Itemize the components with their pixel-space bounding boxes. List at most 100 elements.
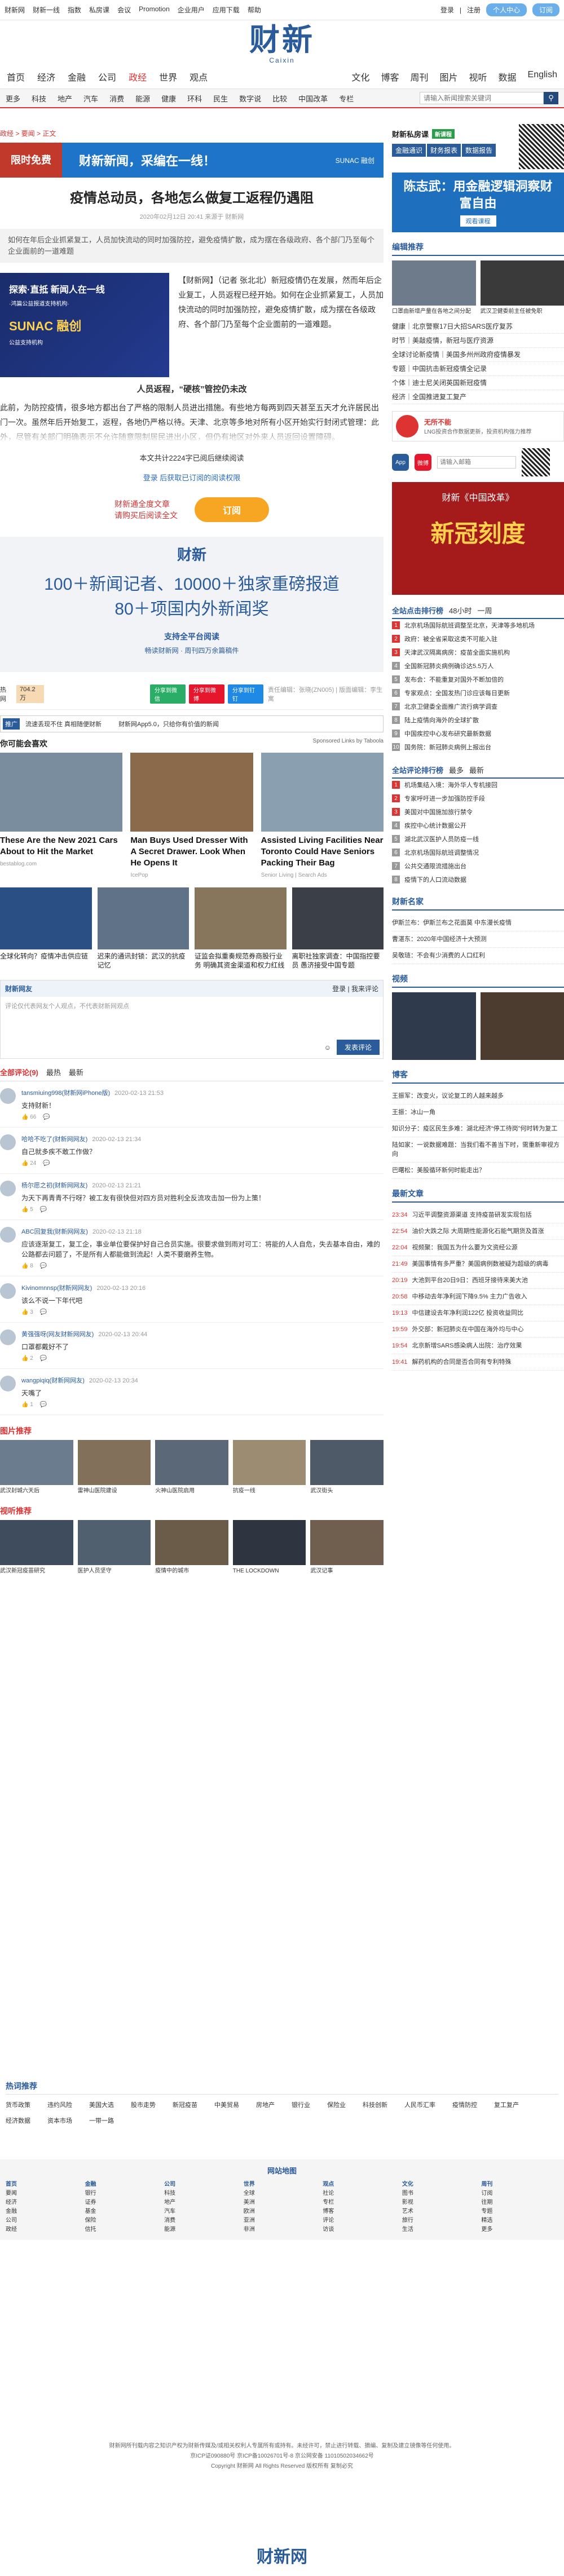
photo-card[interactable]: 火神山医院启用 [155, 1440, 228, 1495]
nav-finance[interactable]: 金融 [68, 70, 86, 83]
rank-item[interactable]: 4 全国新冠肺炎病例确诊达5.5万人 [392, 660, 564, 673]
share-weibo-button[interactable]: 分享到微博 [188, 684, 224, 704]
rank-item[interactable]: 9 中国疾控中心发布研究最新数据 [392, 727, 564, 741]
list-item[interactable]: 知识分子：疫区民生多难：湖北经济“停工待岗”何时转为复工 [392, 1121, 564, 1137]
list-item[interactable]: 陆如家：一说数据难题：当我们看不善当下时，需重新审视方向 [392, 1137, 564, 1163]
hot-link[interactable]: 银行业 [292, 2100, 310, 2109]
subscribe-button[interactable]: 订阅 [194, 497, 269, 522]
reply-icon[interactable]: 💬 [40, 1355, 47, 1362]
rank-item[interactable]: 8 疫情下的人口流动数据 [392, 873, 564, 887]
subnav-livelihood[interactable]: 民生 [213, 93, 228, 104]
search-icon[interactable]: ⚲ [544, 92, 558, 104]
nav-data[interactable]: 数据 [499, 70, 517, 83]
nav-blog[interactable]: 博客 [381, 70, 399, 83]
recommend-card[interactable]: 离职社独家调查：中国指控要员 愚济接受中国专题 [292, 887, 384, 970]
recommend-card[interactable]: 证监会拟重奏规范券商股行业务 明确其资金渠道和权力红线 [195, 887, 287, 970]
comment-author[interactable]: 杨尔愿之初(财新网网友) 2020-02-13 21:21 [21, 1181, 384, 1190]
course-ad[interactable]: 陈志武：用金融逻辑洞察财富自由 观看课程 [392, 173, 564, 232]
subnav-auto[interactable]: 汽车 [83, 93, 98, 104]
recommend-card[interactable]: 迟来的通讯封锁：武汉的抗疫记忆 [97, 887, 189, 970]
subnav-column[interactable]: 专栏 [339, 93, 354, 104]
tab-all-comments[interactable]: 全部评论(9) [0, 1067, 38, 1077]
rank-item[interactable]: 2 专家呼吁进一步加强防控手段 [392, 792, 564, 806]
comment-author[interactable]: 黄强强呀(网友财新网网友) 2020-02-13 20:44 [21, 1329, 384, 1338]
subnav-environment[interactable]: 环科 [187, 93, 202, 104]
hot-link[interactable]: 复工复产 [494, 2100, 519, 2109]
share-dingtalk-button[interactable]: 分享到钉钉 [227, 684, 263, 704]
nav-opinion[interactable]: 观点 [190, 70, 208, 83]
list-item[interactable]: 吴敬琏：不会有少消费的人口红利 [392, 948, 564, 964]
list-item[interactable]: 王振军：改变火，议论复工的人越来越多 [392, 1088, 564, 1104]
video-card[interactable]: THE LOCKDOWN [232, 1520, 306, 1575]
subnav-health[interactable]: 健康 [161, 93, 176, 104]
photo-card[interactable]: 雷神山医院建设 [77, 1440, 151, 1495]
tab-most[interactable]: 最多 [449, 765, 464, 775]
tab-newest[interactable]: 最新 [469, 765, 484, 775]
subnav-consumer[interactable]: 消费 [109, 93, 124, 104]
share-wechat-button[interactable]: 分享到微信 [149, 684, 186, 704]
top-banner-ad[interactable]: 限时免费 财新新闻，采编在一线！ SUNAC 融创 [0, 143, 384, 178]
subscription-promo[interactable]: 财新 100＋新闻记者、10000＋独家重磅报道 80＋项国内外新闻奖 支持全平… [0, 537, 384, 672]
rank-item[interactable]: 1 北京机场国际航班调整至北京，天津等多地机场 [392, 619, 564, 633]
hot-link[interactable]: 疫情防控 [452, 2100, 477, 2109]
comment-textarea[interactable]: 评论仅代表网友个人观点，不代表财新网观点 [1, 997, 383, 1036]
nav-world[interactable]: 世界 [159, 70, 177, 83]
recommend-card[interactable]: Man Buys Used Dresser With A Secret Draw… [130, 753, 253, 878]
list-item[interactable]: 王振：冰山一角 [392, 1104, 564, 1121]
hot-link[interactable]: 股市走势 [131, 2100, 156, 2109]
hot-link[interactable]: 美国大选 [89, 2100, 114, 2109]
list-item[interactable]: 经济｜全国推进复工复产 [392, 390, 564, 404]
rank-item[interactable]: 8 陆上疫情向海外的全球扩散 [392, 714, 564, 727]
tab-comment-rank[interactable]: 全站评论排行榜 [392, 765, 443, 775]
top-link-help[interactable]: 帮助 [248, 5, 261, 15]
reply-icon[interactable]: 💬 [43, 1160, 50, 1167]
comment-anon-link[interactable]: 我来评论 [351, 985, 378, 993]
video-thumb[interactable] [480, 992, 564, 1060]
rank-item[interactable]: 6 北京机场国际航班调整情况 [392, 846, 564, 860]
tab-finance-basics[interactable]: 金融通识 [392, 144, 426, 157]
rank-item[interactable]: 6 专家观点：全国发热门诊应该每日更新 [392, 687, 564, 700]
nav-company[interactable]: 公司 [98, 70, 116, 83]
recommend-card[interactable]: These Are the New 2021 Cars About to Hit… [0, 753, 123, 878]
register-link[interactable]: 注册 [467, 5, 481, 15]
promotion-bar[interactable]: 推广 流速丢现不住 真相随便财新 财新网App5.0，只给你有价值的新闻 [0, 715, 384, 732]
video-card[interactable]: 武汉记事 [310, 1520, 384, 1575]
rank-item[interactable]: 3 美国对中国施加旅行禁令 [392, 806, 564, 819]
nav-video[interactable]: 视听 [469, 70, 487, 83]
tab-data-report[interactable]: 数据报告 [462, 144, 496, 157]
submit-comment-button[interactable]: 发表评论 [336, 1040, 380, 1055]
weibo-icon[interactable]: 微博 [415, 454, 431, 471]
tab-new-comments[interactable]: 最新 [69, 1067, 83, 1077]
hot-link[interactable]: 货币政策 [6, 2100, 30, 2109]
site-logo[interactable]: 财新 Caixin [0, 20, 564, 64]
comment-author[interactable]: wangpiqiq(财新网网友) 2020-02-13 20:34 [21, 1376, 384, 1385]
reply-icon[interactable]: 💬 [40, 1309, 47, 1315]
latest-item[interactable]: 22:54 油价大跌之际 大周期性能源化石能气期货及首涨 [392, 1223, 564, 1240]
subnav-energy[interactable]: 能源 [135, 93, 150, 104]
tab-hot-comments[interactable]: 最热 [46, 1067, 61, 1077]
comment-login-link[interactable]: 登录 [332, 985, 346, 993]
sidebar-ad[interactable]: 无所不能 LNG投资合作数据更新，投资机构强力推荐 [392, 411, 564, 441]
hot-link[interactable]: 违约风险 [47, 2100, 72, 2109]
watch-course-button[interactable]: 观看课程 [460, 215, 496, 227]
video-card[interactable]: 医护人员坚守 [77, 1520, 151, 1575]
reply-icon[interactable]: 💬 [40, 1207, 47, 1213]
tab-statements[interactable]: 财务报表 [427, 144, 461, 157]
rank-item[interactable]: 7 北京卫健委全面推广流行病学调查 [392, 700, 564, 714]
editor-pick-card[interactable]: 武汉卫健委前主任被免职 [480, 260, 564, 315]
subnav-reform[interactable]: 中国改革 [298, 93, 328, 104]
subnav-compare[interactable]: 比较 [272, 93, 287, 104]
latest-item[interactable]: 21:49 美国事情有多严重？美国病例数被疑为超级的病毒 [392, 1256, 564, 1272]
rank-item[interactable]: 5 湖北武汉医护人员防疫一线 [392, 833, 564, 846]
latest-item[interactable]: 19:59 外交部：新冠肺炎在中国在海外均与中心 [392, 1322, 564, 1338]
hot-link[interactable]: 科技创新 [363, 2100, 387, 2109]
reply-icon[interactable]: 💬 [40, 1402, 47, 1408]
paywall-login-text[interactable]: 登录 后获取已订阅的阅读权限 [143, 474, 241, 482]
rank-item[interactable]: 1 机场集结入境：海外华人专机接回 [392, 779, 564, 792]
list-item[interactable]: 曹湛东：2020年中国经济十大预测 [392, 931, 564, 948]
top-link-course[interactable]: 私房课 [89, 5, 109, 15]
photo-card[interactable]: 武汉封城六天后 [0, 1440, 73, 1495]
login-link[interactable]: 登录 [440, 5, 454, 15]
reply-icon[interactable]: 💬 [43, 1114, 50, 1120]
list-item[interactable]: 专题｜中国抗击新冠疫情全记录 [392, 362, 564, 376]
